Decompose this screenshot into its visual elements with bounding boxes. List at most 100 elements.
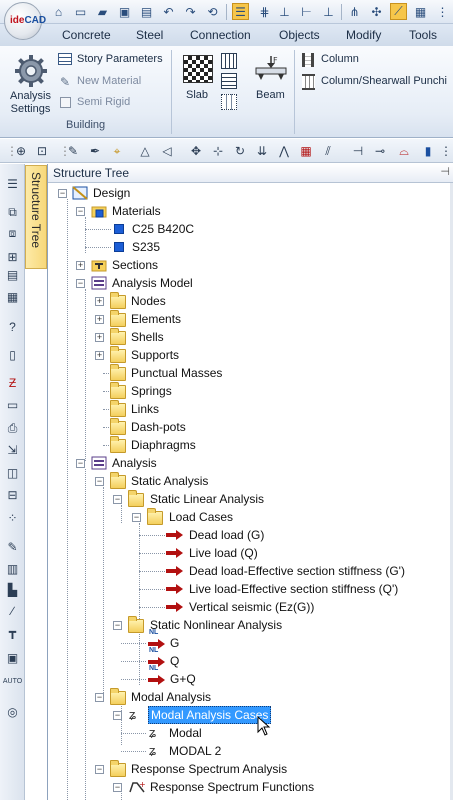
- pencil-icon[interactable]: ✎: [64, 142, 82, 160]
- structure-tree-side-tab[interactable]: Structure Tree: [25, 165, 47, 269]
- column-button[interactable]: Column: [321, 53, 359, 65]
- document-icon[interactable]: ▯: [3, 345, 22, 364]
- extend-icon[interactable]: ⊸: [371, 142, 389, 160]
- expand-icon[interactable]: +: [95, 351, 104, 360]
- tree-node-nl-g[interactable]: NL G: [48, 629, 248, 652]
- lasso-icon[interactable]: ◁: [158, 142, 176, 160]
- refresh-icon[interactable]: ⟲: [204, 3, 221, 20]
- trim-icon[interactable]: ⊣: [349, 142, 367, 160]
- tree-node-static-linear-analysis[interactable]: − Static Linear Analysis: [48, 490, 288, 508]
- slash-icon[interactable]: ∕: [3, 601, 22, 620]
- slab-rib-icon[interactable]: [221, 73, 237, 89]
- wall-icon[interactable]: ▥: [3, 559, 22, 578]
- triangle-icon[interactable]: △: [136, 142, 154, 160]
- tree-node-response-spectrum-analysis[interactable]: − Response Spectrum Analysis: [48, 760, 308, 778]
- print-icon[interactable]: ⎙: [3, 419, 22, 438]
- tree-node-analysis[interactable]: − Analysis: [48, 454, 248, 472]
- pen-tool-icon[interactable]: ✎: [3, 537, 22, 556]
- expand-icon[interactable]: +: [95, 297, 104, 306]
- redo-icon[interactable]: ↷: [182, 3, 199, 20]
- collapse-icon[interactable]: −: [76, 207, 85, 216]
- collapse-icon[interactable]: −: [113, 711, 122, 720]
- more-icon[interactable]: ⋮: [434, 3, 451, 20]
- column-shearwall-button[interactable]: Column/Shearwall Punchi: [321, 75, 447, 87]
- tree-node-dead-load[interactable]: Dead load (G): [48, 526, 328, 544]
- mirror-icon[interactable]: ⋀: [275, 142, 293, 160]
- collapse-icon[interactable]: −: [76, 279, 85, 288]
- tree-node-modal[interactable]: ʑ Modal: [48, 724, 248, 742]
- copy-icon[interactable]: ⊹: [209, 142, 227, 160]
- undo-icon[interactable]: ↶: [160, 3, 177, 20]
- analysis-settings-label[interactable]: Analysis Settings: [10, 90, 51, 116]
- analysis-settings-button[interactable]: [12, 52, 50, 90]
- tag-icon[interactable]: ⌖: [108, 142, 126, 160]
- elevation-icon[interactable]: ⊥: [320, 3, 337, 20]
- tree-node-design[interactable]: − Design: [48, 184, 248, 202]
- query-icon[interactable]: ?: [3, 317, 22, 336]
- book-icon[interactable]: ◫: [3, 463, 22, 482]
- tree-node-nodes[interactable]: + Nodes: [48, 292, 268, 310]
- semi-rigid-checkbox[interactable]: [60, 97, 71, 108]
- tree-node-modal-2[interactable]: ʑ MODAL 2: [48, 742, 248, 760]
- open-folder-icon[interactable]: ▰: [94, 3, 111, 20]
- zoom-icon[interactable]: ⊕: [12, 142, 30, 160]
- layers-tool-icon[interactable]: ⧈: [3, 224, 22, 243]
- stair-icon[interactable]: ▙: [3, 580, 22, 599]
- tree-node-nl-q[interactable]: NL Q: [48, 647, 248, 670]
- expand-icon[interactable]: +: [95, 315, 104, 324]
- layers-icon[interactable]: ☰: [232, 3, 249, 20]
- tree-node-live-load-effective[interactable]: Live load-Effective section stiffness (Q…: [48, 580, 428, 598]
- app-logo[interactable]: ideCAD: [4, 2, 46, 40]
- copy-tool-icon[interactable]: ⧉: [3, 203, 22, 222]
- tree-node-punctual-masses[interactable]: Punctual Masses: [48, 364, 268, 382]
- tree-node-diaphragms[interactable]: Diaphragms: [48, 436, 268, 454]
- collapse-icon[interactable]: −: [95, 765, 104, 774]
- break-icon[interactable]: ⌓: [395, 142, 413, 160]
- tab-concrete[interactable]: Concrete: [62, 28, 111, 42]
- tree-node-load-cases[interactable]: − Load Cases: [48, 508, 288, 526]
- pin-icon[interactable]: ⊣: [440, 165, 450, 178]
- sheet-icon[interactable]: ▭: [3, 395, 22, 414]
- slab-waffle-icon[interactable]: [221, 94, 237, 110]
- tab-objects[interactable]: Objects: [279, 28, 320, 42]
- grid-icon[interactable]: ⋕: [256, 3, 273, 20]
- tree-node-dead-load-effective[interactable]: Dead load-Effective section stiffness (G…: [48, 562, 428, 580]
- rotate-icon[interactable]: ↻: [231, 142, 249, 160]
- dimension-icon[interactable]: ⊢: [298, 3, 315, 20]
- tree-node-elements[interactable]: + Elements: [48, 310, 268, 328]
- move-icon[interactable]: ✥: [187, 142, 205, 160]
- tree-node-supports[interactable]: + Supports: [48, 346, 268, 364]
- table-icon[interactable]: ▦: [412, 3, 429, 20]
- collapse-icon[interactable]: −: [113, 783, 122, 792]
- column-tool-icon[interactable]: ┳: [3, 622, 22, 641]
- tree-node-nl-gq[interactable]: NL G+Q: [48, 665, 248, 688]
- collapse-icon[interactable]: −: [95, 477, 104, 486]
- expand-icon[interactable]: +: [76, 261, 85, 270]
- report-tool-icon[interactable]: ▦: [3, 287, 22, 306]
- save-as-icon[interactable]: ▤: [138, 3, 155, 20]
- offset-icon[interactable]: ⫽: [319, 142, 337, 160]
- pen-icon[interactable]: ✒: [86, 142, 104, 160]
- split-icon[interactable]: ⊟: [3, 485, 22, 504]
- new-file-icon[interactable]: ▭: [72, 3, 89, 20]
- export-icon[interactable]: ⇲: [3, 440, 22, 459]
- snap-icon[interactable]: ⟋: [390, 3, 407, 20]
- tab-tools[interactable]: Tools: [409, 28, 437, 42]
- binoculars-icon[interactable]: ◎: [3, 702, 22, 721]
- grid-tool-icon[interactable]: ⊞: [3, 247, 22, 266]
- tree-node-dash-pots[interactable]: Dash-pots: [48, 418, 268, 436]
- collapse-icon[interactable]: −: [132, 513, 141, 522]
- zoom-window-icon[interactable]: ⊡: [33, 142, 51, 160]
- save-icon[interactable]: ▣: [116, 3, 133, 20]
- auto-icon[interactable]: AUTO: [3, 672, 22, 691]
- tree-node-sections[interactable]: + Sections: [48, 256, 248, 274]
- story-parameters-button[interactable]: Story Parameters: [77, 53, 163, 65]
- section-icon[interactable]: Ƶ: [3, 373, 22, 392]
- nodes-icon[interactable]: ⁘: [3, 508, 22, 527]
- tree-node-vertical-seismic[interactable]: Vertical seismic (Ez(G)): [48, 598, 348, 616]
- tree-node-response-spectrum-functions[interactable]: − + Response Spectrum Functions: [48, 778, 328, 796]
- slab-button[interactable]: Slab: [186, 89, 208, 101]
- new-material-button[interactable]: New Material: [77, 75, 141, 87]
- frame-icon[interactable]: ⋔: [346, 3, 363, 20]
- collapse-icon[interactable]: −: [113, 495, 122, 504]
